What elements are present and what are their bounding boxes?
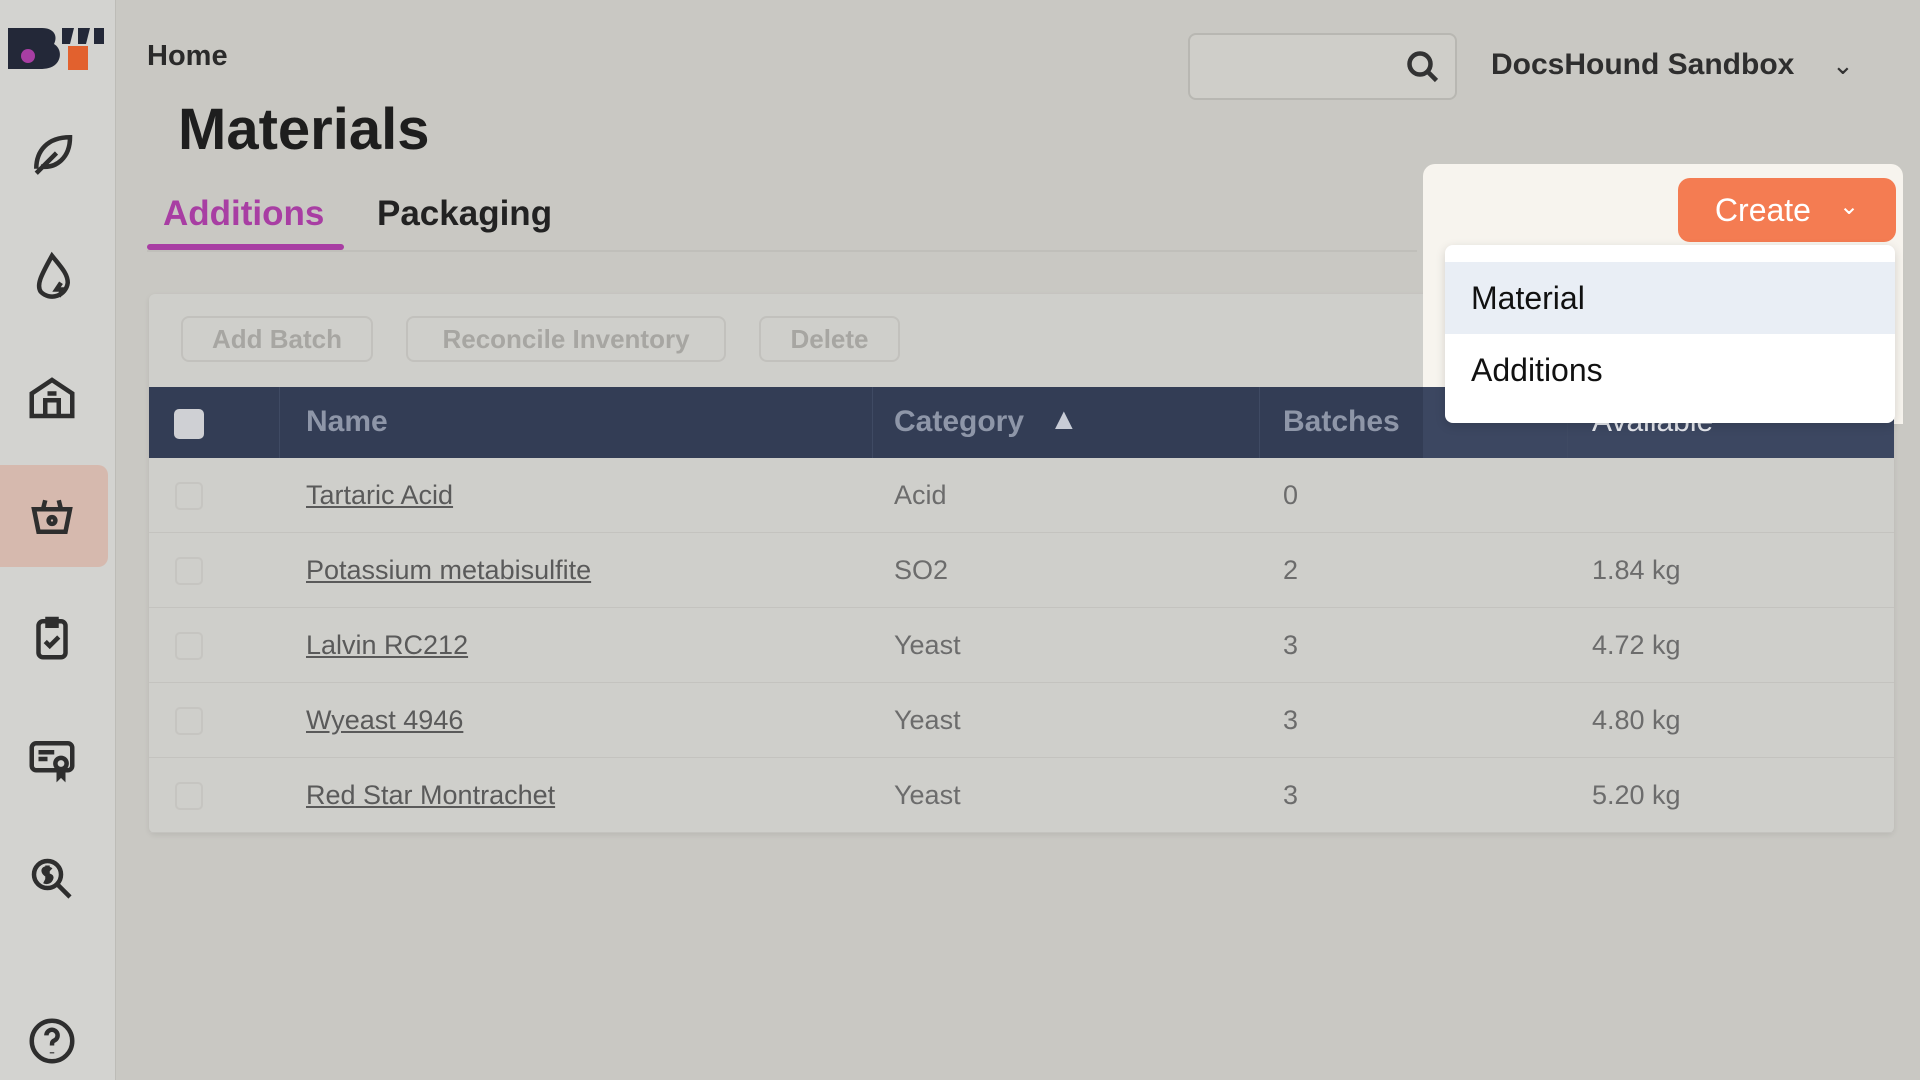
available-cell: 5.20 kg [1592,780,1681,810]
sidebar-item-leaf[interactable] [20,121,84,185]
org-switcher[interactable]: DocsHound Sandbox [1491,48,1794,82]
batches-cell: 3 [1283,705,1299,735]
chevron-down-icon[interactable]: ⌄ [1832,50,1854,81]
create-button[interactable]: Create ⌄ [1678,178,1896,242]
sidebar-item-drop[interactable] [20,244,84,308]
create-label: Create [1714,191,1811,228]
category-cell: Acid [894,480,947,510]
column-category[interactable]: Category [894,405,1024,439]
sidebar-item-materials[interactable] [20,484,84,548]
table-row: Lalvin RC212 Yeast 3 4.72 kg [149,608,1894,683]
sidebar-item-costs[interactable] [20,847,84,911]
tab-packaging[interactable]: Packaging [377,194,552,234]
basket-icon [31,499,73,534]
sidebar-item-tasks[interactable] [20,605,84,669]
chevron-down-icon: ⌄ [1838,192,1860,220]
column-name[interactable]: Name [306,405,388,439]
building-icon [29,377,75,419]
material-name-link[interactable]: Wyeast 4946 [306,705,463,736]
available-cell: 4.72 kg [1592,630,1681,660]
sidebar [0,0,116,1080]
table-row: Tartaric Acid Acid 0 [149,458,1894,533]
create-dropdown-menu: Material Additions [1445,245,1895,423]
material-name-link[interactable]: Red Star Montrachet [306,780,555,811]
material-name-link[interactable]: Potassium metabisulfite [306,555,591,586]
sidebar-item-building[interactable] [20,366,84,430]
certificate-icon [29,741,75,783]
category-cell: Yeast [894,630,961,660]
delete-button[interactable]: Delete [759,316,900,362]
search-icon[interactable] [1405,49,1441,85]
select-all-checkbox[interactable] [174,409,204,439]
available-cell: 1.84 kg [1592,555,1681,585]
breadcrumb-home[interactable]: Home [147,40,228,73]
table-row: Wyeast 4946 Yeast 3 4.80 kg [149,683,1894,758]
search-input[interactable] [1188,33,1457,100]
clipboard-check-icon [36,616,68,660]
tab-divider [147,250,1417,252]
row-checkbox[interactable] [175,557,203,585]
add-batch-button[interactable]: Add Batch [181,316,373,362]
sidebar-item-help[interactable] [20,1009,84,1073]
drop-icon [36,251,71,299]
leaf-icon [34,134,73,175]
column-batches[interactable]: Batches [1283,405,1400,439]
sort-ascending-icon[interactable]: ▲ [1049,403,1079,437]
menu-item-material[interactable]: Material [1445,262,1895,334]
row-checkbox[interactable] [175,482,203,510]
batches-cell: 2 [1283,555,1299,585]
category-cell: SO2 [894,555,949,585]
tab-additions[interactable]: Additions [163,194,324,234]
material-name-link[interactable]: Lalvin RC212 [306,630,468,661]
category-cell: Yeast [894,705,961,735]
logo[interactable] [6,24,106,82]
help-icon [29,1018,75,1064]
row-checkbox[interactable] [175,707,203,735]
material-name-link[interactable]: Tartaric Acid [306,480,453,511]
page-title: Materials [178,97,430,162]
sidebar-item-certificates[interactable] [20,727,84,791]
batches-cell: 3 [1283,780,1299,810]
menu-item-additions[interactable]: Additions [1445,334,1895,406]
category-cell: Yeast [894,780,961,810]
available-cell: 4.80 kg [1592,705,1681,735]
batches-cell: 0 [1283,480,1299,510]
reconcile-inventory-button[interactable]: Reconcile Inventory [406,316,726,362]
row-checkbox[interactable] [175,632,203,660]
table-row: Potassium metabisulfite SO2 2 1.84 kg [149,533,1894,608]
batches-cell: 3 [1283,630,1299,660]
row-checkbox[interactable] [175,782,203,810]
active-tab-indicator [147,244,344,250]
dollar-search-icon [31,858,72,899]
table-row: Red Star Montrachet Yeast 3 5.20 kg [149,758,1894,833]
